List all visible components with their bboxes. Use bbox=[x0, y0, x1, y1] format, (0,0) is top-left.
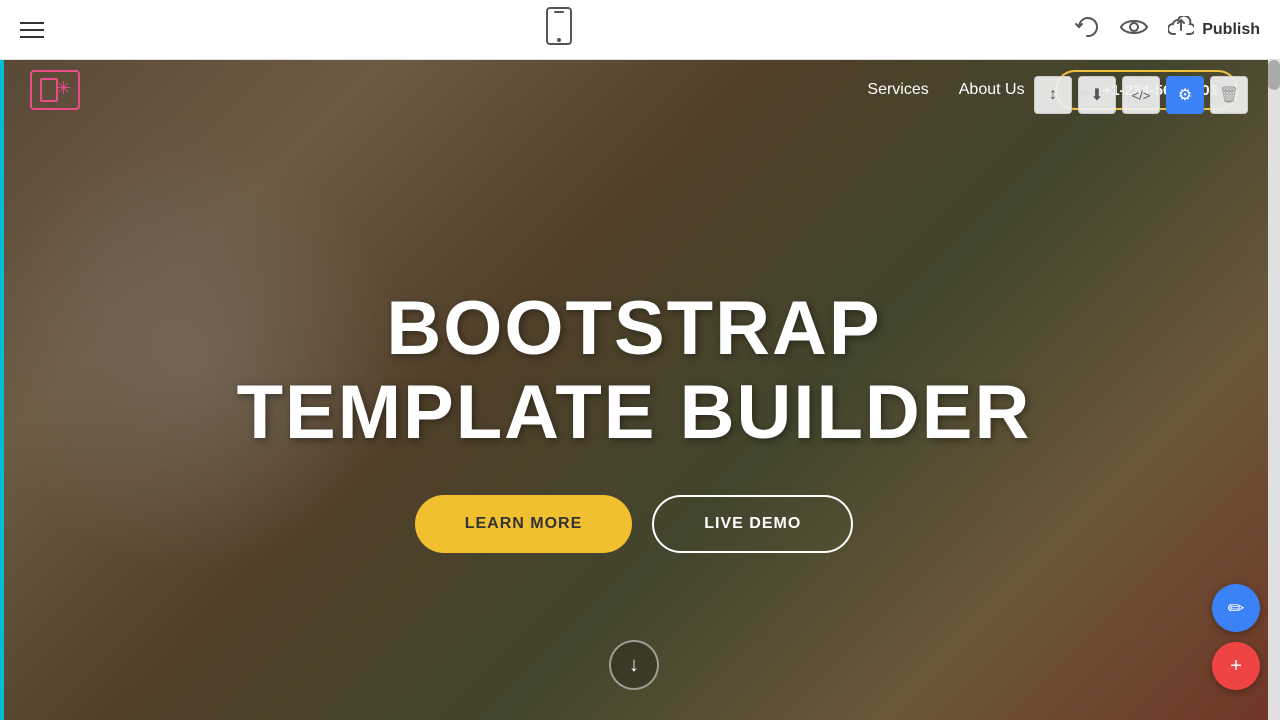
left-edge-indicator bbox=[0, 60, 4, 720]
hero-section: ✳ Services About Us 📱 +1-234-567-8901 ↕ … bbox=[0, 60, 1268, 720]
nav-services[interactable]: Services bbox=[867, 81, 928, 99]
publish-button[interactable]: Publish bbox=[1168, 16, 1260, 44]
code-tool-button[interactable]: </> bbox=[1122, 76, 1160, 114]
fab-container: ✏ + bbox=[1212, 584, 1260, 690]
hero-title-line1: BOOTSTRAP bbox=[386, 286, 881, 371]
add-plus-icon: + bbox=[1230, 655, 1242, 678]
download-tool-button[interactable]: ⬇ bbox=[1078, 76, 1116, 114]
learn-more-button[interactable]: LEARN MORE bbox=[415, 495, 633, 553]
live-demo-button[interactable]: LIVE DEMO bbox=[652, 495, 853, 553]
hero-title-line2: TEMPLATE BUILDER bbox=[237, 370, 1032, 455]
toolbar-left bbox=[20, 22, 44, 38]
logo: ✳ bbox=[30, 70, 80, 110]
logo-sun-icon: ✳ bbox=[56, 78, 72, 94]
code-icon: </> bbox=[1132, 88, 1151, 103]
hero-title: BOOTSTRAP TEMPLATE BUILDER bbox=[237, 287, 1032, 454]
settings-icon: ⚙ bbox=[1178, 85, 1192, 105]
nav-about[interactable]: About Us bbox=[959, 81, 1025, 99]
toolbar-center bbox=[545, 6, 573, 53]
main-canvas: ✳ Services About Us 📱 +1-234-567-8901 ↕ … bbox=[0, 60, 1268, 720]
undo-icon[interactable] bbox=[1074, 14, 1100, 46]
add-fab-button[interactable]: + bbox=[1212, 642, 1260, 690]
hero-buttons: LEARN MORE LIVE DEMO bbox=[237, 495, 1032, 553]
scroll-down-button[interactable]: ↓ bbox=[609, 640, 659, 690]
preview-icon[interactable] bbox=[1120, 17, 1148, 43]
toolbar-right: Publish bbox=[1074, 14, 1260, 46]
sort-tool-button[interactable]: ↕ bbox=[1034, 76, 1072, 114]
download-icon: ⬇ bbox=[1090, 85, 1103, 105]
hamburger-menu[interactable] bbox=[20, 22, 44, 38]
scrollbar[interactable] bbox=[1268, 60, 1280, 720]
logo-icon: ✳ bbox=[30, 70, 80, 110]
edit-fab-button[interactable]: ✏ bbox=[1212, 584, 1260, 632]
hero-content: BOOTSTRAP TEMPLATE BUILDER LEARN MORE LI… bbox=[237, 287, 1032, 552]
top-toolbar: Publish bbox=[0, 0, 1280, 60]
publish-label: Publish bbox=[1202, 21, 1260, 39]
device-mobile-icon[interactable] bbox=[545, 6, 573, 53]
section-tools: ↕ ⬇ </> ⚙ 🗑 bbox=[1034, 76, 1248, 114]
cloud-upload-icon bbox=[1168, 16, 1194, 44]
delete-tool-button[interactable]: 🗑 bbox=[1210, 76, 1248, 114]
edit-pencil-icon: ✏ bbox=[1228, 596, 1245, 621]
scroll-down-icon: ↓ bbox=[629, 654, 639, 677]
settings-tool-button[interactable]: ⚙ bbox=[1166, 76, 1204, 114]
sort-icon: ↕ bbox=[1049, 86, 1057, 104]
scrollbar-thumb[interactable] bbox=[1268, 60, 1280, 90]
delete-icon: 🗑 bbox=[1219, 85, 1239, 105]
